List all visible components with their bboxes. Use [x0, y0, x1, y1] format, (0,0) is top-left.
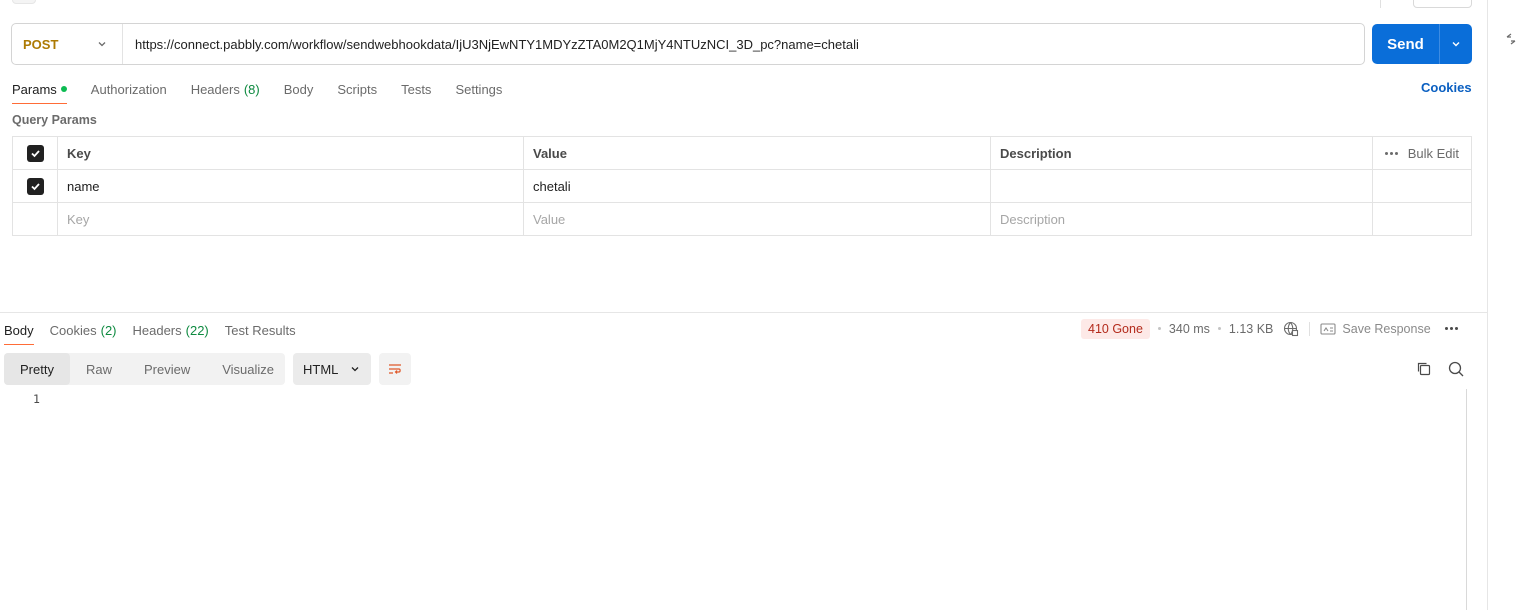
tab-label: Body — [283, 81, 314, 97]
param-value-cell[interactable]: chetali — [524, 170, 991, 202]
send-button[interactable]: Send — [1372, 24, 1440, 64]
tab-body[interactable]: Body — [284, 79, 314, 99]
sync-icon[interactable] — [1503, 31, 1519, 47]
chevron-down-icon — [351, 367, 359, 372]
pane-splitter[interactable] — [0, 312, 1487, 313]
line-number: 1 — [33, 392, 40, 406]
tab-params[interactable]: Params — [12, 79, 67, 104]
response-tab-test-results[interactable]: Test Results — [225, 320, 296, 340]
top-toolbar-fragment — [12, 0, 36, 4]
cookies-link[interactable]: Cookies — [1421, 80, 1472, 95]
new-description-input[interactable]: Description — [991, 203, 1373, 235]
table-header-row: Key Value Description Bulk Edit — [13, 137, 1471, 170]
send-options-button[interactable] — [1440, 24, 1472, 64]
save-response-icon — [1320, 322, 1336, 335]
response-time[interactable]: 340 ms — [1169, 322, 1210, 336]
column-header-value: Value — [524, 137, 991, 169]
tab-label: Params — [12, 81, 57, 97]
save-response-button[interactable]: Save Response — [1320, 321, 1431, 336]
request-tabs: Params Authorization Headers (8) Body Sc… — [12, 79, 526, 104]
chevron-down-icon — [1452, 42, 1460, 47]
bulk-edit-button[interactable]: Bulk Edit — [1408, 146, 1459, 161]
tab-settings[interactable]: Settings — [455, 79, 502, 99]
tab-count: (2) — [100, 322, 117, 338]
param-description-cell[interactable] — [991, 170, 1373, 202]
bulk-edit-cell: Bulk Edit — [1373, 137, 1471, 169]
tab-scripts[interactable]: Scripts — [337, 79, 377, 99]
tab-label: Authorization — [90, 81, 167, 97]
separator-dot — [1157, 327, 1161, 330]
view-pretty[interactable]: Pretty — [4, 353, 70, 385]
tab-label: Headers — [132, 322, 182, 338]
format-label: HTML — [303, 361, 339, 377]
save-response-label: Save Response — [1342, 321, 1431, 336]
method-label: POST — [23, 36, 59, 52]
response-size[interactable]: 1.13 KB — [1229, 322, 1273, 336]
tab-label: Scripts — [337, 81, 378, 97]
param-key-cell[interactable]: name — [58, 170, 524, 202]
tab-label: Test Results — [224, 322, 296, 338]
new-value-input[interactable]: Value — [524, 203, 991, 235]
more-options-icon[interactable] — [1384, 151, 1398, 155]
row-checkbox-cell — [13, 170, 58, 202]
response-view-switcher: Pretty Raw Preview Visualize — [4, 353, 285, 385]
response-tab-headers[interactable]: Headers (22) — [133, 320, 209, 340]
row-actions-cell — [1373, 170, 1471, 202]
divider — [1309, 321, 1311, 336]
editor-scrollbar[interactable] — [1466, 389, 1467, 610]
select-all-checkbox[interactable] — [26, 144, 44, 162]
tab-label: Body — [4, 322, 34, 338]
check-icon — [30, 149, 40, 157]
chevron-down-icon — [98, 42, 106, 47]
column-header-description: Description — [991, 137, 1373, 169]
more-options-icon[interactable] — [1444, 327, 1458, 330]
top-toolbar-button-fragment[interactable] — [1413, 0, 1472, 8]
table-row-empty: Key Value Description — [13, 203, 1471, 235]
separator-dot — [1217, 327, 1221, 330]
send-button-group: Send — [1372, 24, 1472, 64]
tab-label: Headers — [190, 81, 240, 97]
tab-count: (22) — [185, 322, 209, 338]
table-row: name chetali — [13, 170, 1471, 203]
view-visualize[interactable]: Visualize — [206, 353, 290, 385]
response-body-editor[interactable] — [0, 389, 1466, 610]
tab-authorization[interactable]: Authorization — [91, 79, 167, 99]
tab-headers[interactable]: Headers (8) — [191, 79, 260, 99]
view-raw[interactable]: Raw — [70, 353, 128, 385]
response-meta: 410 Gone 340 ms 1.13 KB Save Response — [1081, 318, 1458, 339]
params-active-dot — [60, 86, 67, 92]
response-tabs: Body Cookies (2) Headers (22) Test Resul… — [4, 320, 312, 345]
row-actions-cell — [1373, 203, 1471, 235]
select-all-cell — [13, 137, 58, 169]
url-input[interactable] — [123, 24, 1364, 64]
check-icon — [30, 182, 40, 190]
view-preview[interactable]: Preview — [128, 353, 206, 385]
tab-tests[interactable]: Tests — [401, 79, 431, 99]
method-select[interactable]: POST — [12, 24, 123, 64]
row-checkbox-cell — [13, 203, 58, 235]
query-params-table: Key Value Description Bulk Edit name che… — [12, 136, 1472, 236]
tab-count: (8) — [243, 81, 260, 97]
toolbar-divider — [1380, 0, 1381, 8]
wrap-lines-button[interactable] — [379, 353, 411, 385]
right-sidebar-divider — [1487, 0, 1488, 610]
new-key-input[interactable]: Key — [58, 203, 524, 235]
column-header-key: Key — [58, 137, 524, 169]
response-tab-cookies[interactable]: Cookies (2) — [50, 320, 117, 340]
query-params-title: Query Params — [12, 113, 97, 127]
network-globe-icon[interactable] — [1283, 321, 1299, 337]
copy-icon[interactable] — [1415, 360, 1433, 378]
row-checkbox[interactable] — [26, 177, 44, 195]
tab-label: Cookies — [49, 322, 97, 338]
search-icon[interactable] — [1447, 360, 1465, 378]
tab-label: Settings — [455, 81, 503, 97]
request-url-bar: POST — [11, 23, 1365, 65]
response-tab-body[interactable]: Body — [4, 320, 34, 345]
wrap-lines-icon — [389, 364, 401, 374]
status-badge[interactable]: 410 Gone — [1081, 318, 1150, 339]
format-select[interactable]: HTML — [293, 353, 371, 385]
tab-label: Tests — [401, 81, 432, 97]
